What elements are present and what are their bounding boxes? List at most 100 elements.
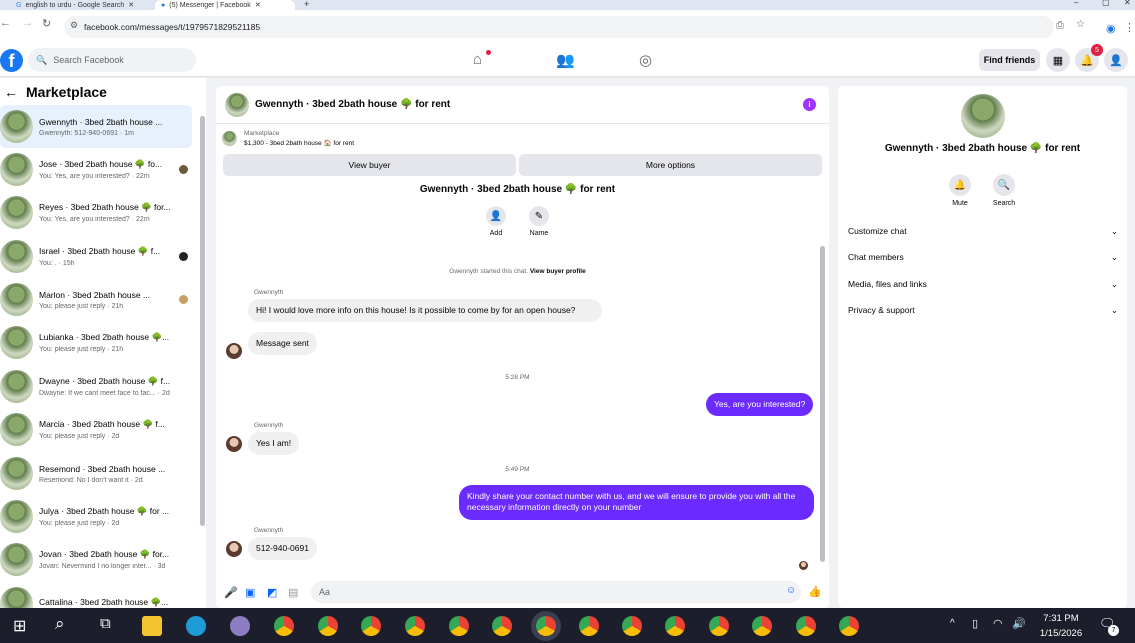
chrome-profile-icon[interactable] [752, 616, 772, 636]
scrollbar[interactable] [820, 246, 825, 562]
task-view-icon[interactable]: ⧉ [100, 615, 111, 632]
battery-icon[interactable]: ▯ [972, 617, 978, 630]
privacy-support-row[interactable]: Privacy & support ⌄ [848, 305, 1118, 316]
install-icon[interactable]: ⎙ [1056, 20, 1064, 31]
chat-avatar[interactable] [225, 92, 249, 117]
conversation-item[interactable]: Gwennyth · 3bed 2bath house ... Gwennyth:… [0, 105, 192, 148]
name-action[interactable]: ✎ Name [529, 206, 549, 237]
view-buyer-button[interactable]: View buyer [223, 154, 516, 176]
chat-title[interactable]: Gwennyth · 3bed 2bath house 🌳 for rent [255, 99, 450, 110]
message-input[interactable]: Aa ☺ [311, 581, 801, 603]
friends-icon[interactable]: 👥 [556, 51, 575, 69]
forward-icon[interactable]: → [22, 17, 33, 29]
menu-dots-icon[interactable]: ⋮ [1124, 21, 1135, 34]
chevron-down-icon: ⌄ [1110, 279, 1118, 289]
add-action[interactable]: 👤 Add [486, 206, 506, 237]
conversation-item[interactable]: Marlon · 3bed 2bath house ... You: please… [0, 278, 192, 321]
view-buyer-profile-link[interactable]: View buyer profile [530, 268, 586, 275]
gif-icon[interactable]: ▤ [288, 586, 298, 599]
microphone-icon[interactable]: 🎤 [224, 586, 238, 599]
conversation-item[interactable]: Jovan · 3bed 2bath house 🌳 for... Jovan: … [0, 538, 192, 581]
marketplace-listing[interactable]: Marketplace $1,300 - 3bed 2bath house 🏠 … [222, 128, 822, 148]
bookmark-star-icon[interactable]: ☆ [1076, 19, 1085, 30]
file-explorer-icon[interactable] [142, 616, 162, 636]
incoming-message[interactable]: Message sent [248, 332, 317, 356]
chrome-profile-icon[interactable] [361, 616, 381, 636]
search-input[interactable]: 🔍 Search Facebook [28, 48, 196, 72]
conversation-item[interactable]: Cattalina · 3bed 2bath house 🌳... [0, 582, 192, 608]
chrome-profile-icon[interactable] [839, 616, 859, 636]
more-options-button[interactable]: More options [519, 154, 822, 176]
conversation-item[interactable]: Resemond · 3bed 2bath house ... Resemond:… [0, 452, 192, 495]
tray-chevron-icon[interactable]: ^ [950, 618, 955, 629]
chrome-profile-icon-active[interactable] [536, 616, 556, 636]
conversation-item[interactable]: Jose · 3bed 2bath house 🌳 fo... You: Yes,… [0, 148, 192, 191]
search-icon[interactable]: ⌕ [55, 614, 65, 634]
profile-icon[interactable]: ◉ [1106, 22, 1116, 35]
clock[interactable]: 7:31 PM 1/15/2026 [1032, 611, 1090, 641]
close-window-icon[interactable]: ✕ [1124, 0, 1131, 7]
chrome-profile-icon[interactable] [709, 616, 729, 636]
windows-start-icon[interactable]: ⊞ [13, 616, 26, 636]
reload-icon[interactable]: ↻ [42, 17, 51, 30]
chrome-profile-icon[interactable] [665, 616, 685, 636]
app-icon[interactable] [230, 616, 250, 636]
conversation-preview: Dwayne: If we cant meet face to fac... ·… [39, 390, 170, 397]
edge-icon[interactable] [186, 616, 206, 636]
chrome-profile-icon[interactable] [318, 616, 338, 636]
chat-members-row[interactable]: Chat members ⌄ [848, 252, 1118, 263]
account-avatar[interactable]: 👤 [1104, 48, 1128, 72]
url-field[interactable]: ⚙ facebook.com/messages/t/19795718295211… [64, 16, 1085, 38]
home-icon[interactable]: ⌂ [473, 51, 482, 68]
chrome-profile-icon[interactable] [405, 616, 425, 636]
customize-chat-row[interactable]: Customize chat ⌄ [848, 226, 1118, 237]
wifi-icon[interactable]: ◠ [993, 617, 1003, 630]
conversation-item[interactable]: Reyes · 3bed 2bath house 🌳 for... You: Ye… [0, 191, 192, 234]
conversation-item[interactable]: Lubianka · 3bed 2bath house 🌳... You: ple… [0, 321, 192, 364]
menu-grid-icon[interactable]: ▦ [1046, 48, 1070, 72]
conversation-item[interactable]: Israel · 3bed 2bath house 🌳 f... You: . ·… [0, 235, 192, 278]
close-icon[interactable]: ✕ [128, 1, 134, 9]
sender-avatar[interactable] [226, 541, 242, 557]
back-icon[interactable]: ← [0, 17, 11, 29]
media-files-row[interactable]: Media, files and links ⌄ [848, 279, 1118, 290]
chrome-profile-icon[interactable] [622, 616, 642, 636]
info-icon[interactable]: i [803, 98, 816, 111]
like-icon[interactable]: 👍 [808, 585, 822, 598]
search-action[interactable]: 🔍 Search [984, 174, 1024, 207]
chrome-profile-icon[interactable] [796, 616, 816, 636]
chrome-profile-icon[interactable] [579, 616, 599, 636]
photo-icon[interactable]: ▣ [245, 586, 255, 599]
conversation-item[interactable]: Julya · 3bed 2bath house 🌳 for ... You: p… [0, 495, 192, 538]
outgoing-message[interactable]: Yes, are you interested? [706, 393, 814, 417]
facebook-logo-icon[interactable]: f [0, 49, 23, 72]
groups-icon[interactable]: ◎ [639, 51, 652, 69]
volume-icon[interactable]: 🔊 [1012, 617, 1026, 630]
minimize-icon[interactable]: – [1074, 0, 1078, 7]
conversation-item[interactable]: Marcia · 3bed 2bath house 🌳 f... You: ple… [0, 408, 192, 451]
browser-tab[interactable]: G english to urdu - Google Search ✕ [10, 0, 155, 10]
chrome-icon[interactable] [274, 616, 294, 636]
chrome-profile-icon[interactable] [492, 616, 512, 636]
sender-avatar[interactable] [226, 436, 242, 452]
incoming-message[interactable]: Yes I am! [248, 432, 300, 456]
back-arrow-icon[interactable]: ← [4, 84, 18, 100]
conversation-item[interactable]: Dwayne · 3bed 2bath house 🌳 f... Dwayne: … [0, 365, 192, 408]
incoming-message[interactable]: Hi! I would love more info on this house… [248, 299, 602, 323]
sticker-icon[interactable]: ◩ [267, 586, 277, 599]
browser-tab-active[interactable]: ● (5) Messenger | Facebook ✕ [155, 0, 295, 10]
chrome-profile-icon[interactable] [449, 616, 469, 636]
maximize-icon[interactable]: ▢ [1102, 0, 1110, 7]
search-icon: 🔍 [993, 174, 1015, 196]
find-friends-button[interactable]: Find friends [979, 49, 1040, 71]
emoji-icon[interactable]: ☺ [786, 585, 796, 596]
sender-avatar[interactable] [226, 343, 242, 359]
mute-action[interactable]: 🔔 Mute [940, 174, 980, 207]
close-icon[interactable]: ✕ [255, 1, 261, 9]
new-tab-icon[interactable]: + [304, 0, 309, 9]
incoming-message[interactable]: 512-940-0691 [248, 537, 317, 561]
outgoing-message[interactable]: Kindly share your contact number with us… [459, 485, 814, 520]
contact-avatar[interactable] [961, 94, 1005, 138]
site-info-icon[interactable]: ⚙ [70, 20, 78, 31]
scrollbar[interactable] [200, 116, 205, 526]
